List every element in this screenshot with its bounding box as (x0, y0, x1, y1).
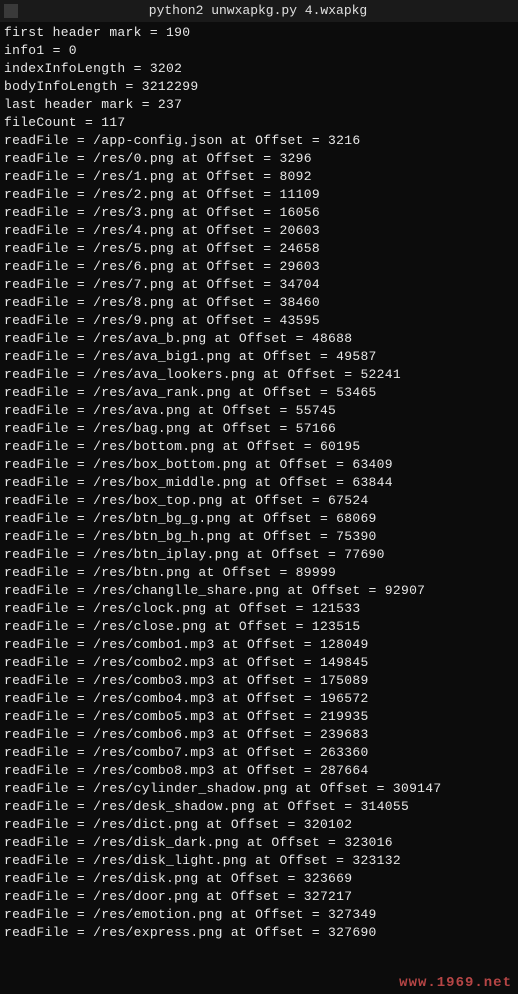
readfile-line: readFile = /res/box_middle.png at Offset… (4, 474, 514, 492)
readfile-line: readFile = /res/box_top.png at Offset = … (4, 492, 514, 510)
readfile-line: readFile = /res/combo2.mp3 at Offset = 1… (4, 654, 514, 672)
readfile-line: readFile = /res/btn_iplay.png at Offset … (4, 546, 514, 564)
readfile-line: readFile = /res/btn.png at Offset = 8999… (4, 564, 514, 582)
readfile-line: readFile = /res/combo4.mp3 at Offset = 1… (4, 690, 514, 708)
header-line: info1 = 0 (4, 42, 514, 60)
readfile-line: readFile = /res/7.png at Offset = 34704 (4, 276, 514, 294)
readfile-line: readFile = /res/1.png at Offset = 8092 (4, 168, 514, 186)
readfile-line: readFile = /res/disk_dark.png at Offset … (4, 834, 514, 852)
readfile-line: readFile = /res/close.png at Offset = 12… (4, 618, 514, 636)
readfile-line: readFile = /res/ava_b.png at Offset = 48… (4, 330, 514, 348)
readfile-line: readFile = /res/changlle_share.png at Of… (4, 582, 514, 600)
readfile-line: readFile = /res/disk_light.png at Offset… (4, 852, 514, 870)
readfile-line: readFile = /res/dict.png at Offset = 320… (4, 816, 514, 834)
readfile-line: readFile = /res/combo7.mp3 at Offset = 2… (4, 744, 514, 762)
readfile-line: readFile = /res/clock.png at Offset = 12… (4, 600, 514, 618)
readfile-line: readFile = /res/combo5.mp3 at Offset = 2… (4, 708, 514, 726)
readfile-line: readFile = /res/0.png at Offset = 3296 (4, 150, 514, 168)
readfile-line: readFile = /app-config.json at Offset = … (4, 132, 514, 150)
readfile-line: readFile = /res/3.png at Offset = 16056 (4, 204, 514, 222)
readfile-line: readFile = /res/btn_bg_g.png at Offset =… (4, 510, 514, 528)
readfile-line: readFile = /res/desk_shadow.png at Offse… (4, 798, 514, 816)
readfile-line: readFile = /res/cylinder_shadow.png at O… (4, 780, 514, 798)
window-title: python2 unwxapkg.py 4.wxapkg (22, 2, 514, 20)
readfile-line: readFile = /res/9.png at Offset = 43595 (4, 312, 514, 330)
readfile-line: readFile = /res/btn_bg_h.png at Offset =… (4, 528, 514, 546)
watermark-text: www.1969.net (399, 974, 512, 992)
readfile-line: readFile = /res/5.png at Offset = 24658 (4, 240, 514, 258)
readfile-line: readFile = /res/bottom.png at Offset = 6… (4, 438, 514, 456)
readfile-line: readFile = /res/combo1.mp3 at Offset = 1… (4, 636, 514, 654)
app-icon (4, 4, 18, 18)
header-line: fileCount = 117 (4, 114, 514, 132)
readfile-line: readFile = /res/disk.png at Offset = 323… (4, 870, 514, 888)
readfile-line: readFile = /res/ava.png at Offset = 5574… (4, 402, 514, 420)
readfile-line: readFile = /res/bag.png at Offset = 5716… (4, 420, 514, 438)
header-line: first header mark = 190 (4, 24, 514, 42)
readfile-line: readFile = /res/8.png at Offset = 38460 (4, 294, 514, 312)
readfile-line: readFile = /res/emotion.png at Offset = … (4, 906, 514, 924)
readfile-line: readFile = /res/box_bottom.png at Offset… (4, 456, 514, 474)
readfile-line: readFile = /res/combo8.mp3 at Offset = 2… (4, 762, 514, 780)
readfile-line: readFile = /res/door.png at Offset = 327… (4, 888, 514, 906)
readfile-line: readFile = /res/2.png at Offset = 11109 (4, 186, 514, 204)
header-line: last header mark = 237 (4, 96, 514, 114)
window-title-bar: python2 unwxapkg.py 4.wxapkg (0, 0, 518, 22)
header-line: indexInfoLength = 3202 (4, 60, 514, 78)
readfile-line: readFile = /res/express.png at Offset = … (4, 924, 514, 942)
readfile-line: readFile = /res/ava_big1.png at Offset =… (4, 348, 514, 366)
terminal-output: first header mark = 190info1 = 0indexInf… (0, 22, 518, 944)
readfile-line: readFile = /res/4.png at Offset = 20603 (4, 222, 514, 240)
readfile-line: readFile = /res/6.png at Offset = 29603 (4, 258, 514, 276)
readfile-line: readFile = /res/ava_lookers.png at Offse… (4, 366, 514, 384)
readfile-line: readFile = /res/combo3.mp3 at Offset = 1… (4, 672, 514, 690)
readfile-line: readFile = /res/ava_rank.png at Offset =… (4, 384, 514, 402)
header-line: bodyInfoLength = 3212299 (4, 78, 514, 96)
readfile-line: readFile = /res/combo6.mp3 at Offset = 2… (4, 726, 514, 744)
